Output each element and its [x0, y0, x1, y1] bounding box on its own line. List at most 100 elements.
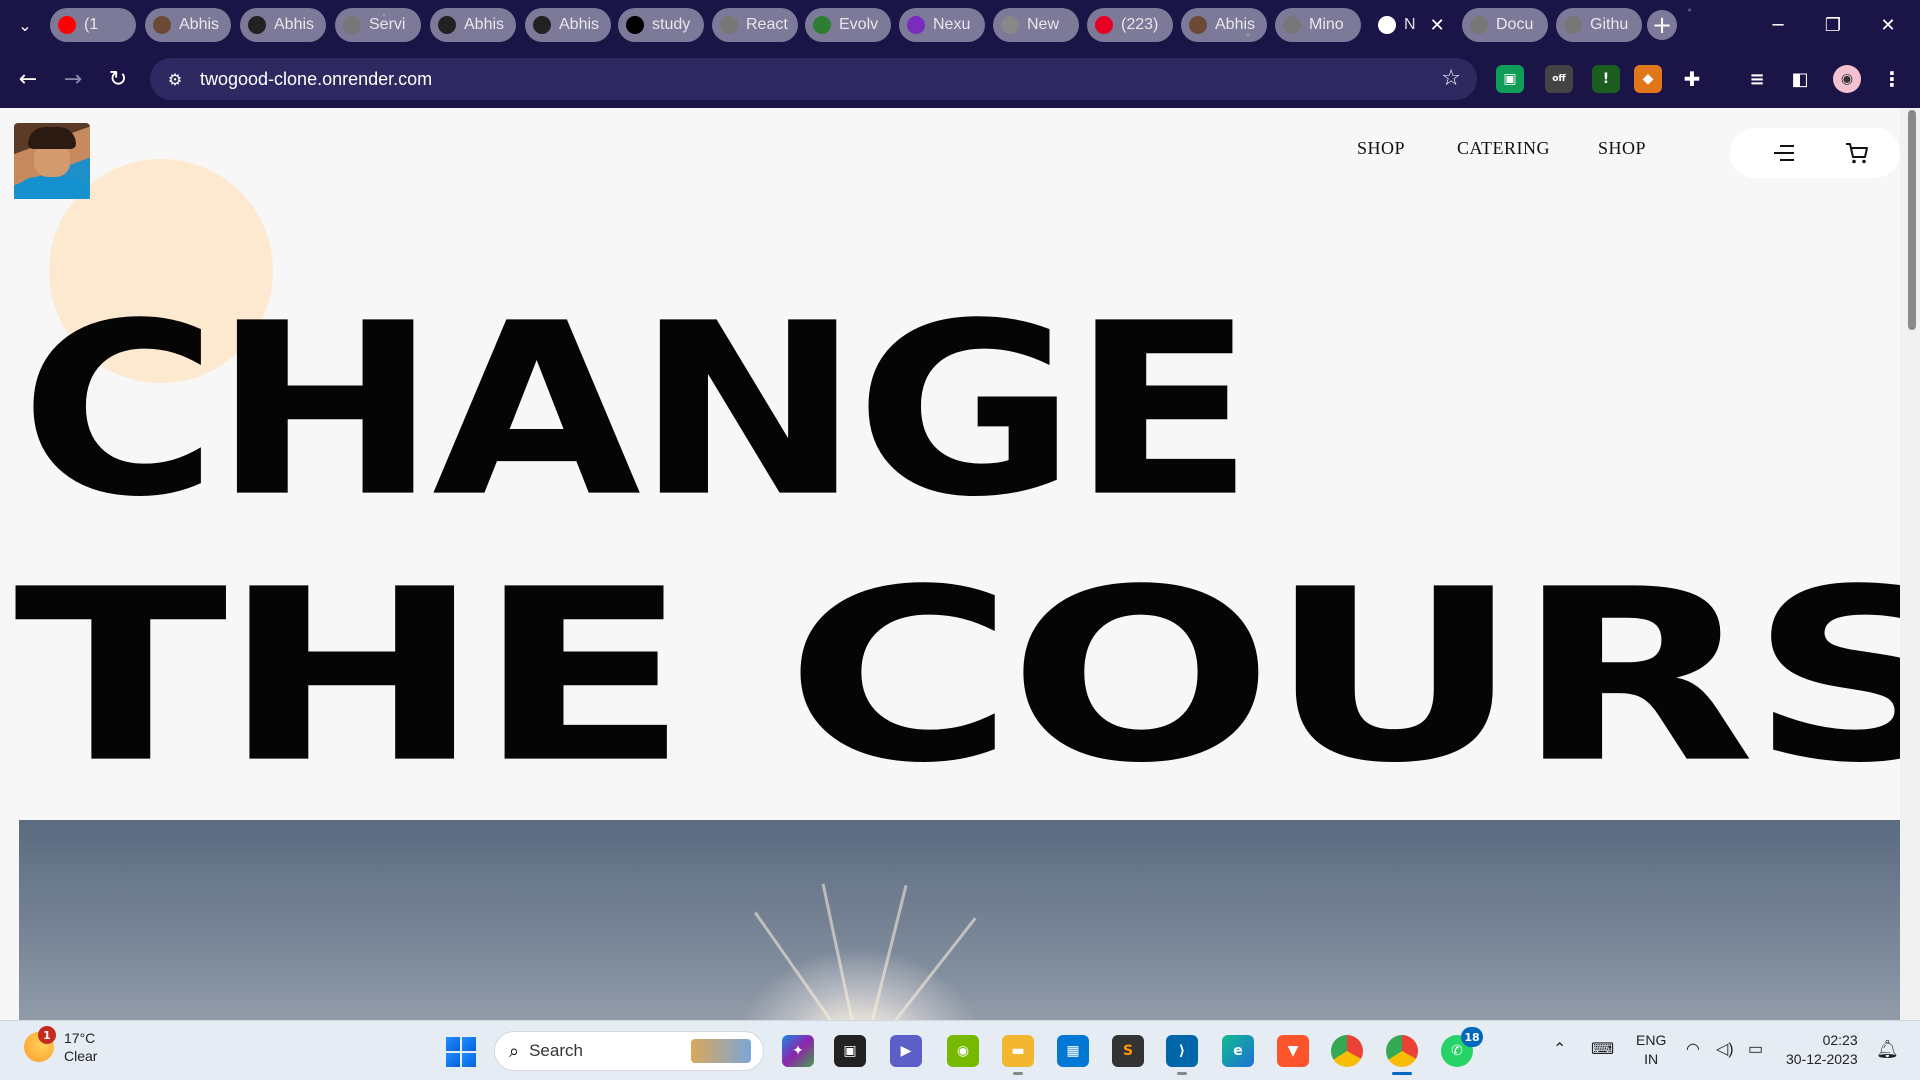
- edge-icon[interactable]: e: [1222, 1035, 1254, 1067]
- volume-icon[interactable]: ◁): [1716, 1039, 1734, 1059]
- browser-tab[interactable]: Abhis: [1181, 8, 1267, 42]
- chrome-icon: [1001, 16, 1019, 34]
- whatsapp-icon[interactable]: ✆ 18: [1441, 1027, 1483, 1067]
- restore-button[interactable]: ❐: [1815, 10, 1851, 40]
- nexus-icon: [907, 16, 925, 34]
- browser-tab[interactable]: Abhis: [525, 8, 611, 42]
- close-window-button[interactable]: ✕: [1870, 10, 1906, 40]
- windows-taskbar: 1 17°C Clear ⌕ Search ✦ ▣ ▶ ◉ ▬ ▦ S ⟩ e …: [0, 1020, 1920, 1080]
- nav-link-shop-2[interactable]: SHOP: [1598, 138, 1646, 159]
- chrome-icon[interactable]: [1331, 1035, 1363, 1067]
- browser-tab[interactable]: study: [618, 8, 704, 42]
- menu-icon[interactable]: [1770, 142, 1794, 164]
- site-logo-avatar[interactable]: [14, 123, 90, 199]
- browser-tab[interactable]: React: [712, 8, 798, 42]
- notification-bell-icon[interactable]: 🔔︎: [1876, 1039, 1899, 1060]
- tab-title: (223): [1121, 16, 1159, 33]
- browser-tab[interactable]: Evolv: [805, 8, 891, 42]
- media-control-icon[interactable]: ≡: [1743, 65, 1771, 93]
- new-tab-button[interactable]: +: [1647, 10, 1677, 40]
- profile-avatar-icon[interactable]: ◉: [1833, 65, 1861, 93]
- brave-icon[interactable]: ▼: [1277, 1035, 1309, 1067]
- weather-widget[interactable]: 1 17°C Clear: [24, 1026, 97, 1065]
- tab-title: Githu: [1590, 16, 1629, 33]
- extensions-puzzle-icon[interactable]: ✚: [1678, 65, 1706, 93]
- globe-icon: [1564, 16, 1582, 34]
- browser-tab[interactable]: New: [993, 8, 1079, 42]
- avatar-icon: [1189, 16, 1207, 34]
- microsoft-store-icon[interactable]: ▦: [1057, 1035, 1089, 1067]
- extension-green-icon[interactable]: ▣: [1496, 65, 1524, 93]
- globe-icon: [343, 16, 361, 34]
- address-bar[interactable]: ⚙ twogood-clone.onrender.com ☆: [150, 58, 1477, 100]
- battery-icon[interactable]: ▭: [1748, 1039, 1763, 1059]
- clock-time: 02:23: [1822, 1032, 1858, 1048]
- task-view-icon[interactable]: ▣: [834, 1035, 866, 1067]
- weather-temp: 17°C: [64, 1030, 96, 1046]
- browser-tab[interactable]: (1: [50, 8, 136, 42]
- mountain-icon: [813, 16, 831, 34]
- teams-chat-icon[interactable]: ▶: [890, 1035, 922, 1067]
- extension-off-icon[interactable]: off: [1545, 65, 1573, 93]
- search-label: Search: [529, 1041, 583, 1060]
- tab-search-chevron-icon[interactable]: ⌄: [12, 12, 38, 38]
- browser-toolbar: ← → ↻ ⚙ twogood-clone.onrender.com ☆ ▣ o…: [0, 50, 1920, 108]
- scrollbar-thumb[interactable]: [1908, 110, 1916, 330]
- youtube-icon: [58, 16, 76, 34]
- browser-tab[interactable]: N ✕: [1370, 8, 1450, 42]
- vscode-icon[interactable]: ⟩: [1166, 1035, 1198, 1075]
- tab-title: Abhis: [559, 16, 600, 33]
- back-button[interactable]: ←: [13, 64, 43, 94]
- browser-tab[interactable]: Docu: [1462, 8, 1548, 42]
- forward-button[interactable]: →: [58, 64, 88, 94]
- file-explorer-icon[interactable]: ▬: [1002, 1035, 1034, 1075]
- browser-tab[interactable]: Servi: [335, 8, 421, 42]
- sublime-text-icon[interactable]: S: [1112, 1035, 1144, 1067]
- bookmark-star-icon[interactable]: ☆: [1441, 66, 1461, 91]
- nvidia-icon[interactable]: ◉: [947, 1035, 979, 1067]
- language-indicator[interactable]: ENG IN: [1636, 1031, 1666, 1069]
- browser-tab[interactable]: Githu: [1556, 8, 1642, 42]
- tab-title: Servi: [369, 16, 406, 33]
- browser-tab[interactable]: Mino: [1275, 8, 1361, 42]
- web-page: SHOP CATERING SHOP CHANGE THE COURSE: [0, 108, 1900, 1020]
- nav-link-shop[interactable]: SHOP: [1357, 138, 1405, 159]
- browser-menu-icon[interactable]: ⋮: [1878, 65, 1906, 93]
- taskbar-search[interactable]: ⌕ Search: [494, 1031, 764, 1071]
- metamask-icon[interactable]: ◆: [1634, 65, 1662, 93]
- play-icon: [1378, 16, 1396, 34]
- site-info-icon[interactable]: ⚙: [164, 68, 186, 90]
- browser-tab[interactable]: Abhis: [240, 8, 326, 42]
- start-button[interactable]: [446, 1037, 476, 1067]
- globe-icon: [720, 16, 738, 34]
- clock[interactable]: 02:23 30-12-2023: [1786, 1031, 1858, 1069]
- tab-title: (1: [84, 16, 99, 33]
- tab-title: study: [652, 16, 691, 33]
- cart-icon[interactable]: [1844, 140, 1870, 166]
- browser-tab[interactable]: Abhis: [430, 8, 516, 42]
- keyboard-icon[interactable]: ⌨: [1591, 1039, 1614, 1059]
- reload-button[interactable]: ↻: [103, 64, 133, 94]
- hero-heading-line-2: THE COURSE: [14, 537, 1900, 815]
- browser-tab[interactable]: (223): [1087, 8, 1173, 42]
- extension-alert-icon[interactable]: !: [1592, 65, 1620, 93]
- lang-code: ENG: [1636, 1032, 1667, 1048]
- search-highlight-icon: [691, 1039, 751, 1063]
- url-text[interactable]: twogood-clone.onrender.com: [200, 69, 432, 90]
- pinterest-icon: [1095, 16, 1113, 34]
- chrome-profile-icon[interactable]: [1386, 1035, 1418, 1075]
- search-icon: ⌕: [509, 1040, 520, 1062]
- region-code: IN: [1644, 1051, 1659, 1067]
- copilot-icon[interactable]: ✦: [782, 1035, 814, 1067]
- hero-heading-line-1: CHANGE: [20, 271, 1255, 549]
- minimize-button[interactable]: ─: [1760, 10, 1796, 40]
- wifi-icon[interactable]: ◠: [1686, 1039, 1700, 1059]
- close-tab-icon[interactable]: ✕: [1430, 15, 1445, 36]
- side-panel-icon[interactable]: ◧: [1786, 65, 1814, 93]
- globe-icon: [1470, 16, 1488, 34]
- globe-icon: [1283, 16, 1301, 34]
- tray-overflow-chevron-icon[interactable]: ⌃: [1553, 1039, 1566, 1059]
- nav-link-catering[interactable]: CATERING: [1457, 138, 1550, 159]
- browser-tab[interactable]: Nexu: [899, 8, 985, 42]
- browser-tab[interactable]: Abhis: [145, 8, 231, 42]
